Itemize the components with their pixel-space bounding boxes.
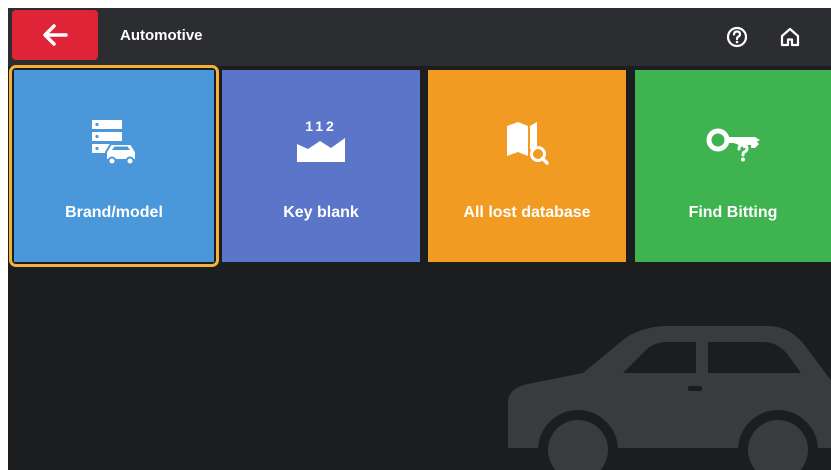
tile-key-blank[interactable]: 112 Key blank [222,70,420,262]
tile-icon-wrap [428,118,626,166]
tile-label: Brand/model [65,204,163,221]
database-car-icon [92,120,137,166]
tile-icon-wrap: 112 [222,118,420,166]
app-screen: Automotive Brand/model 112 Key blank All… [8,8,831,470]
arrow-left-icon [43,24,68,46]
home-icon [780,27,800,47]
tile-brand-model[interactable]: Brand/model [14,70,214,262]
key-blank-icon: 112 [297,118,345,162]
tile-label: Key blank [283,204,359,221]
key-blank-code: 112 [305,118,337,134]
question-circle-icon [726,26,748,48]
back-button[interactable] [12,10,98,60]
key-question-icon [706,128,760,162]
tile-icon-wrap [14,118,214,166]
tile-find-bitting[interactable]: Find Bitting [635,70,831,262]
page-title: Automotive [120,27,203,44]
tile-label: All lost database [463,204,591,221]
home-button[interactable] [778,25,802,49]
tile-icon-wrap [635,118,831,166]
help-button[interactable] [725,25,749,49]
top-bar: Automotive [8,8,831,66]
book-search-icon [507,122,549,165]
tile-label: Find Bitting [688,204,778,221]
tile-all-lost-database[interactable]: All lost database [428,70,626,262]
car-silhouette-icon [508,326,831,470]
